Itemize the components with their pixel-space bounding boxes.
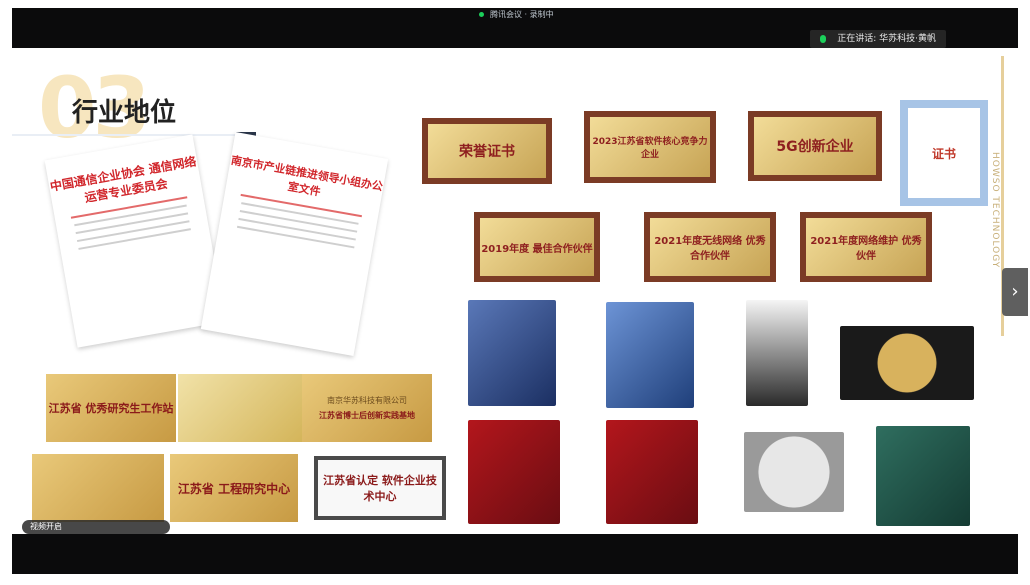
- graduate-workstation-plaque: 江苏省 优秀研究生工作站: [46, 374, 176, 442]
- honor-certificate-plaque: 荣誉证书: [422, 118, 552, 184]
- 5g-innovation-plaque: 5G创新企业: [748, 111, 882, 181]
- title-divider: [12, 134, 242, 136]
- trophy-star: [746, 300, 808, 406]
- huawei-plaque-2: [606, 420, 698, 524]
- document-card-2: 南京市产业链推进领导小组办公室文件: [200, 132, 389, 356]
- meeting-top-bar: 腾讯会议 · 录制中 正在讲话: 华苏科技·黄帆: [12, 8, 1018, 48]
- 2019-partner-plaque: 2019年度 最佳合作伙伴: [474, 212, 600, 282]
- engineering-research-center-plaque: 江苏省 工程研究中心: [170, 454, 298, 522]
- signal-icon: [479, 12, 485, 17]
- video-caption-pill[interactable]: 视频开启: [22, 520, 170, 534]
- software-enterprise-plaque: 江苏省认定 软件企业技术中心: [314, 456, 446, 520]
- document-title: 中国通信企业协会 通信网络运营专业委员会: [49, 154, 198, 205]
- award-round-plaque: [744, 432, 844, 512]
- huawei-plaque-1: [468, 420, 560, 524]
- presentation-slide: 03 行业地位 HOWSO TECHNOLOGY 中国通信企业协会 通信网络运营…: [12, 48, 1018, 534]
- document-card-1: 中国通信企业协会 通信网络运营专业委员会: [44, 134, 226, 348]
- document-title: 南京市产业链推进领导小组办公室文件: [229, 153, 384, 199]
- award-disc: [840, 326, 974, 400]
- meeting-status: 腾讯会议 · 录制中: [12, 8, 1018, 22]
- software-competitiveness-plaque: 2023江苏省软件核心竞争力企业: [584, 111, 716, 183]
- microphone-icon: [820, 34, 827, 43]
- speaker-indicator: 正在讲话: 华苏科技·黄帆: [810, 30, 946, 48]
- jiangsu-plaque-small: [32, 454, 164, 522]
- postdoctoral-program-plaque: 南京华苏科技有限公司 江苏省博士后创新实践基地: [302, 374, 432, 442]
- gold-certificate: [178, 374, 302, 442]
- trophy-crystal-1: [468, 300, 556, 406]
- 2021-wireless-partner-plaque: 2021年度无线网络 优秀合作伙伴: [644, 212, 776, 282]
- page-title: 行业地位: [72, 98, 177, 128]
- meeting-bottom-bar: [12, 534, 1018, 574]
- crystal-award: [876, 426, 970, 526]
- vertical-brand-text: HOWSO TECHNOLOGY: [990, 152, 1000, 269]
- next-slide-button[interactable]: ›: [1002, 268, 1028, 316]
- 2021-maintenance-partner-plaque: 2021年度网络维护 优秀伙伴: [800, 212, 932, 282]
- chevron-right-icon: ›: [1011, 281, 1019, 302]
- trophy-crystal-2: [606, 302, 694, 408]
- certificate-frame: 证书: [900, 100, 988, 206]
